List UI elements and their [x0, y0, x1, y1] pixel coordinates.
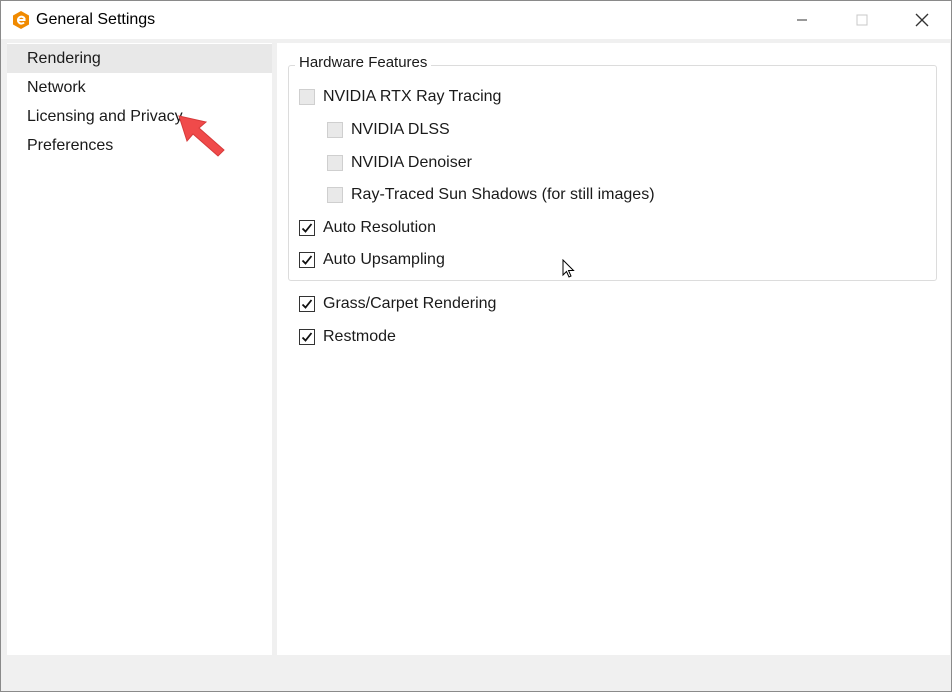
checkbox[interactable] [299, 296, 315, 312]
checkmark-icon [301, 255, 313, 265]
title-bar: General Settings [1, 1, 951, 39]
restmode-option[interactable]: Restmode [299, 326, 396, 348]
close-button[interactable] [893, 1, 951, 39]
minimize-icon [797, 19, 807, 21]
maximize-icon [856, 14, 868, 26]
close-icon [915, 13, 929, 27]
annotation-arrow-icon [178, 115, 225, 157]
checkbox-label: Grass/Carpet Rendering [323, 295, 497, 312]
minimize-button[interactable] [773, 1, 831, 39]
maximize-button[interactable] [833, 1, 891, 39]
mouse-cursor-icon [562, 259, 575, 278]
checkbox-label: NVIDIA DLSS [351, 121, 450, 138]
grass-carpet-rendering-option[interactable]: Grass/Carpet Rendering [299, 293, 496, 315]
settings-window: General Settings Rendering Network Licen… [0, 0, 952, 692]
checkbox[interactable] [299, 252, 315, 268]
sidebar-item-preferences[interactable]: Preferences [7, 131, 272, 160]
auto-resolution-option[interactable]: Auto Resolution [299, 217, 436, 239]
settings-content-panel: Hardware Features NVIDIA RTX Ray Tracing… [277, 43, 950, 655]
checkbox[interactable] [299, 220, 315, 236]
checkbox[interactable] [327, 122, 343, 138]
checkbox-label: NVIDIA Denoiser [351, 154, 472, 171]
checkmark-icon [301, 223, 313, 233]
nvidia-rtx-ray-tracing-option[interactable]: NVIDIA RTX Ray Tracing [299, 86, 501, 108]
nvidia-dlss-option[interactable]: NVIDIA DLSS [327, 119, 450, 141]
sidebar-item-network[interactable]: Network [7, 73, 272, 102]
checkbox-label: NVIDIA RTX Ray Tracing [323, 88, 502, 105]
checkbox[interactable] [299, 89, 315, 105]
checkbox-label: Ray-Traced Sun Shadows (for still images… [351, 186, 655, 203]
checkbox-label: Auto Upsampling [323, 251, 445, 268]
ray-traced-sun-shadows-option[interactable]: Ray-Traced Sun Shadows (for still images… [327, 184, 655, 206]
checkmark-icon [301, 299, 313, 309]
checkbox[interactable] [327, 155, 343, 171]
sidebar-item-licensing-and-privacy[interactable]: Licensing and Privacy [7, 102, 272, 131]
nvidia-denoiser-option[interactable]: NVIDIA Denoiser [327, 152, 472, 174]
checkmark-icon [301, 332, 313, 342]
app-logo-icon [13, 11, 29, 29]
checkbox[interactable] [299, 329, 315, 345]
window-title: General Settings [36, 11, 156, 28]
sidebar-item-rendering[interactable]: Rendering [7, 44, 272, 73]
settings-sidebar: Rendering Network Licensing and Privacy … [7, 43, 272, 655]
checkbox-label: Restmode [323, 328, 396, 345]
bottom-bar [1, 657, 951, 691]
checkbox[interactable] [327, 187, 343, 203]
checkbox-label: Auto Resolution [323, 219, 436, 236]
auto-upsampling-option[interactable]: Auto Upsampling [299, 249, 445, 271]
group-title: Hardware Features [295, 54, 432, 72]
